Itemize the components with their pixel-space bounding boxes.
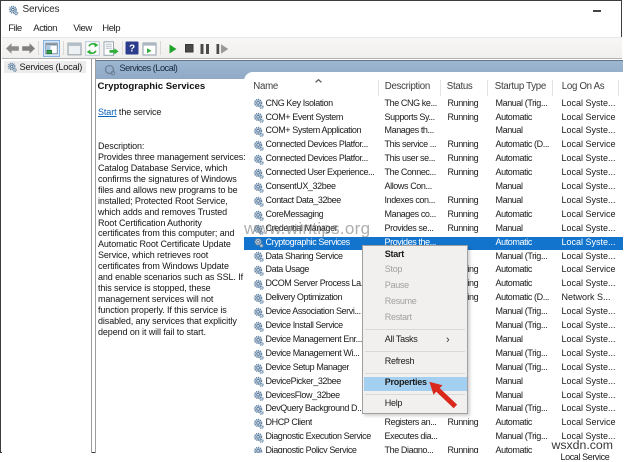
svg-text:?: ?: [129, 44, 135, 55]
